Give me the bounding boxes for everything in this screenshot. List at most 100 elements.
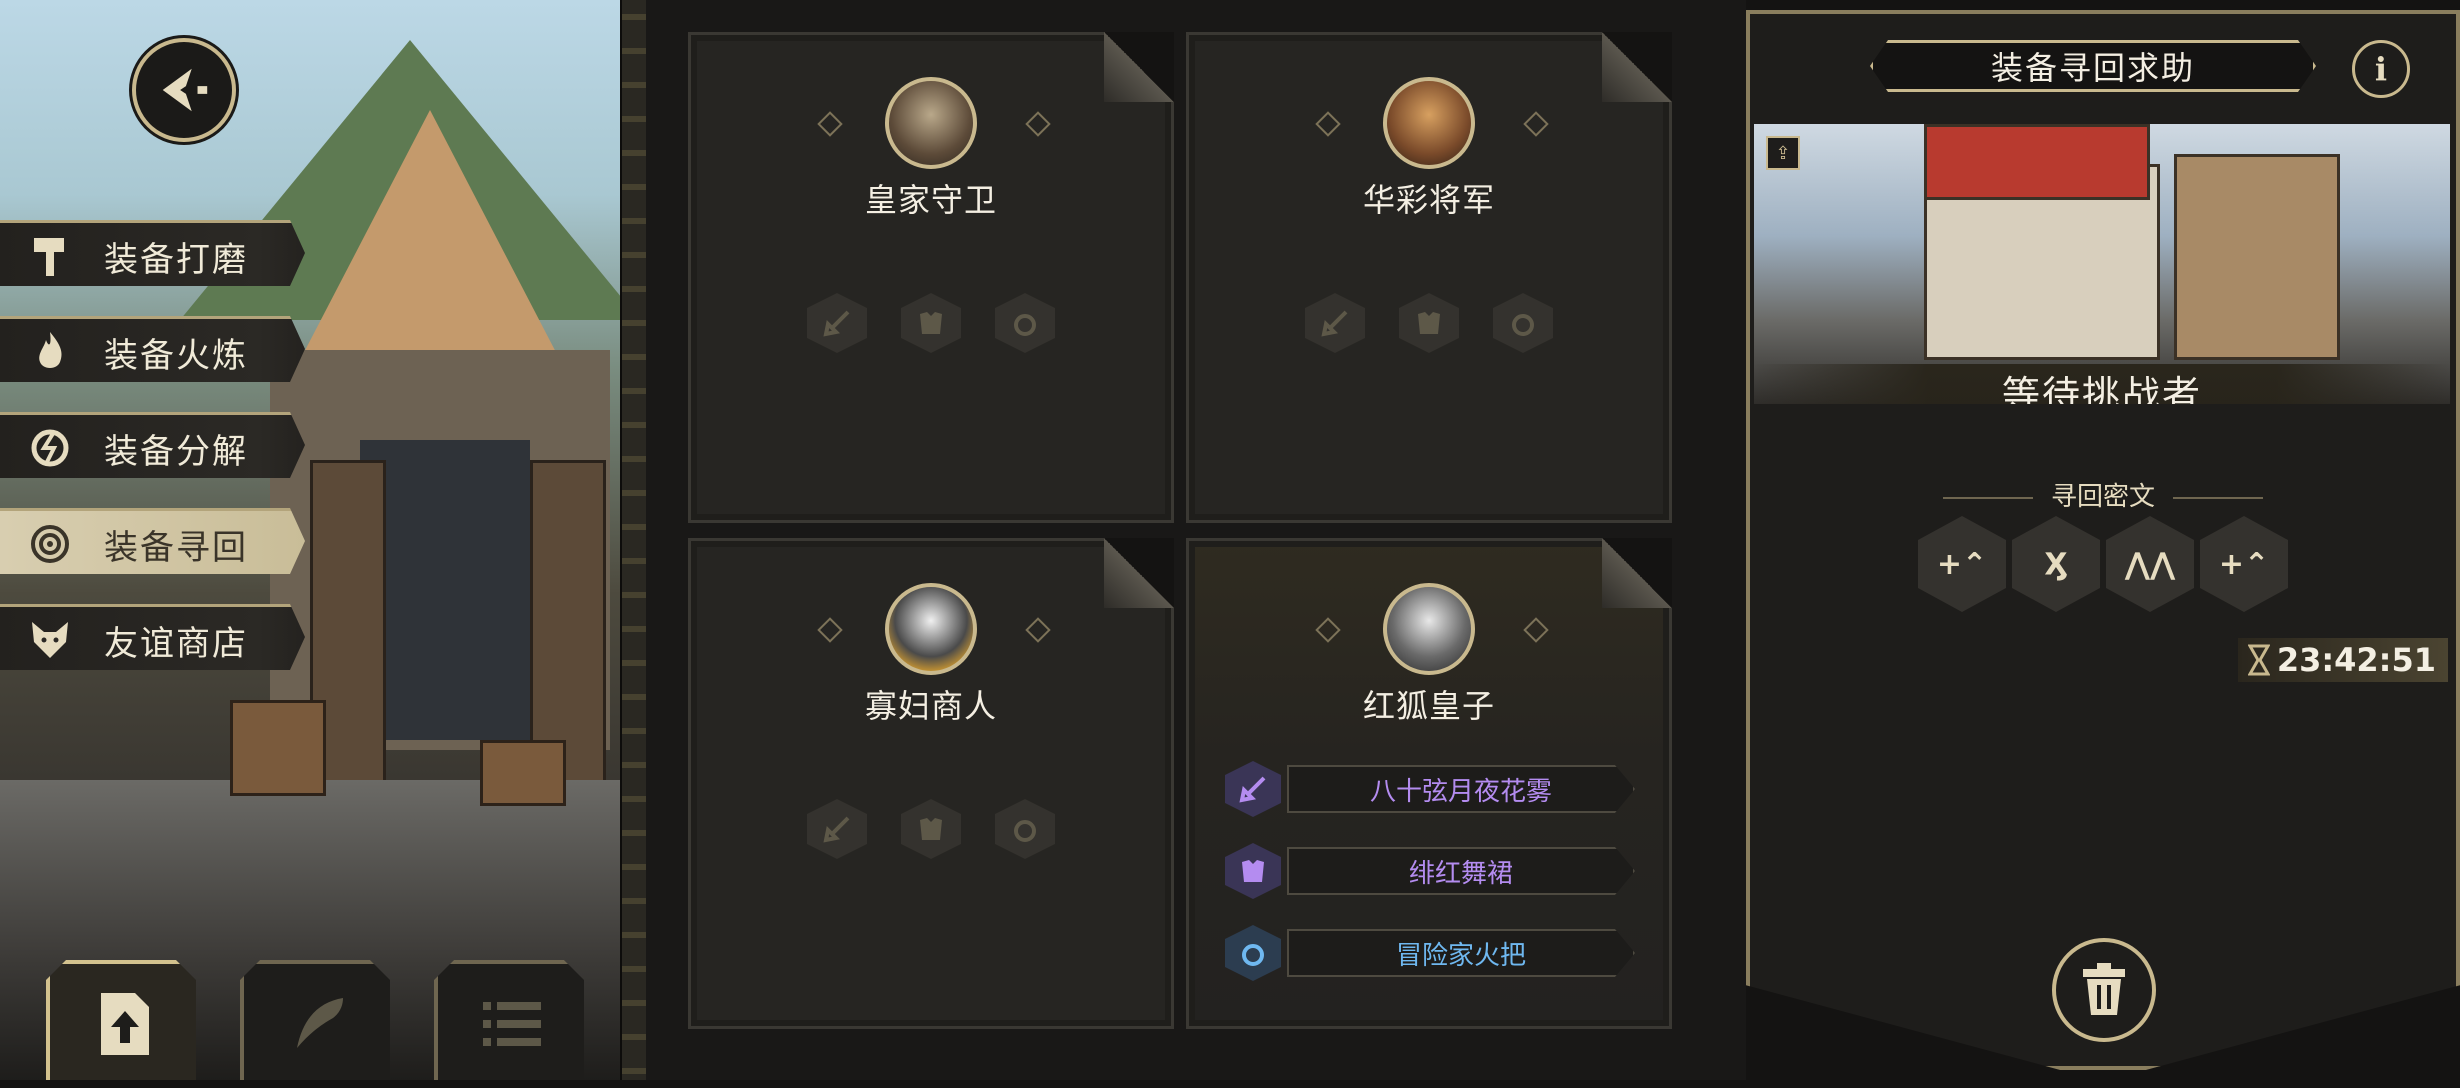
equipment-slots [1189, 293, 1669, 353]
equipment-slots [691, 293, 1171, 353]
tab-upload[interactable] [46, 960, 196, 1080]
flame-icon [20, 319, 80, 382]
boss-card[interactable]: 寡妇商人 [688, 538, 1174, 1029]
boss-name: 寡妇商人 [864, 687, 997, 725]
accessory-slot[interactable] [1493, 293, 1553, 353]
boss-name: 皇家守卫 [864, 181, 997, 219]
boss-card[interactable]: 华彩将军 [1186, 32, 1672, 523]
boss-card-grid: 皇家守卫 华彩将军 寡妇商人 红狐皇子 八十弦月夜花雾 绯红舞裙 冒险家火把 [646, 0, 1746, 1080]
scaffold-building [2174, 154, 2340, 360]
list-icon [483, 1002, 541, 1046]
info-button[interactable]: i [2352, 40, 2410, 98]
diamond-ornament [1315, 617, 1341, 643]
upload-file-icon [101, 993, 149, 1055]
menu-label: 装备寻回 [104, 527, 248, 568]
back-button[interactable] [132, 38, 236, 142]
pin-icon[interactable]: ⇪ [1766, 136, 1800, 170]
loot-row[interactable]: 八十弦月夜花雾 [1225, 761, 1635, 817]
armor-icon [1418, 312, 1440, 334]
cipher-glyph: ⋀⋀ [2106, 516, 2194, 612]
boss-portrait [1383, 77, 1475, 169]
crate [480, 740, 566, 806]
accessory-slot[interactable] [995, 799, 1055, 859]
fox-icon [20, 607, 80, 670]
status-text: 等待挑战者 [1754, 364, 2450, 404]
diamond-ornament [1025, 617, 1051, 643]
equipment-slots [691, 799, 1171, 859]
corner-fold [1602, 538, 1672, 608]
armor-slot[interactable] [901, 293, 961, 353]
sword-icon [823, 310, 850, 337]
cipher-label: 寻回密文 [1750, 476, 2456, 513]
ring-icon [1014, 314, 1036, 336]
broken-gear-icon [20, 415, 80, 478]
target-icon [20, 511, 80, 574]
shop-banner-image: ⇪ 等待挑战者 [1754, 124, 2450, 404]
corner-fold [1104, 538, 1174, 608]
diamond-ornament [1315, 111, 1341, 137]
cipher-row: +⌃ Ӽ ⋀⋀ +⌃ [1750, 516, 2456, 612]
ring-icon [1014, 820, 1036, 842]
boss-portrait [1383, 583, 1475, 675]
menu-label: 友谊商店 [104, 623, 248, 664]
boss-card[interactable]: 红狐皇子 八十弦月夜花雾 绯红舞裙 冒险家火把 [1186, 538, 1672, 1029]
ring-icon [1225, 925, 1281, 981]
tab-quill[interactable] [240, 960, 390, 1080]
boss-card[interactable]: 皇家守卫 [688, 32, 1174, 523]
diamond-ornament [817, 111, 843, 137]
panel-title: 装备寻回求助 [1870, 40, 2316, 92]
ring-icon [1512, 314, 1534, 336]
menu-item-dismantle[interactable]: 装备分解 [0, 412, 305, 478]
crate [230, 700, 326, 796]
armor-slot[interactable] [901, 799, 961, 859]
back-arrow-icon [162, 68, 208, 112]
loot-name[interactable]: 绯红舞裙 [1287, 847, 1635, 895]
boss-name: 华彩将军 [1362, 181, 1495, 219]
feather-icon [297, 998, 343, 1048]
diamond-ornament [1025, 111, 1051, 137]
boss-name: 红狐皇子 [1362, 687, 1495, 725]
menu-label: 装备打磨 [104, 239, 248, 280]
corner-fold [1602, 32, 1672, 102]
menu-item-retrieve[interactable]: 装备寻回 [0, 508, 305, 574]
menu-item-friend-shop[interactable]: 友谊商店 [0, 604, 305, 670]
diamond-ornament [1523, 617, 1549, 643]
hourglass-icon [2248, 644, 2270, 676]
menu-item-polish[interactable]: 装备打磨 [0, 220, 305, 286]
boss-portrait [885, 77, 977, 169]
weapon-slot[interactable] [807, 799, 867, 859]
armor-icon [920, 312, 942, 334]
gable [300, 110, 560, 360]
countdown-timer: 23:42:51 [2238, 638, 2448, 682]
menu-item-forge[interactable]: 装备火炼 [0, 316, 305, 382]
boss-portrait [885, 583, 977, 675]
menu-label: 装备分解 [104, 431, 248, 472]
corner-fold [1104, 32, 1174, 102]
sword-icon [1321, 310, 1348, 337]
tab-list[interactable] [434, 960, 584, 1080]
delete-button[interactable] [2052, 938, 2156, 1042]
cipher-glyph: +⌃ [2200, 516, 2288, 612]
timer-value: 23:42:51 [2276, 641, 2436, 679]
armor-slot[interactable] [1399, 293, 1459, 353]
armor-icon [1225, 843, 1281, 899]
sword-icon [823, 816, 850, 843]
retrieve-help-panel: 装备寻回求助 i ⇪ 等待挑战者 寻回密文 +⌃ Ӽ ⋀⋀ +⌃ 23:42:5… [1746, 10, 2460, 1070]
loot-name[interactable]: 冒险家火把 [1287, 929, 1635, 977]
loot-row[interactable]: 绯红舞裙 [1225, 843, 1635, 899]
sword-icon [1225, 761, 1281, 817]
diamond-ornament [1523, 111, 1549, 137]
hammer-icon [20, 223, 80, 286]
armor-icon [920, 818, 942, 840]
loot-row[interactable]: 冒险家火把 [1225, 925, 1635, 981]
trash-icon [2083, 963, 2125, 1015]
weapon-slot[interactable] [1305, 293, 1365, 353]
shop-awning [1924, 124, 2150, 200]
diamond-ornament [817, 617, 843, 643]
cipher-glyph: +⌃ [1918, 516, 2006, 612]
accessory-slot[interactable] [995, 293, 1055, 353]
weapon-slot[interactable] [807, 293, 867, 353]
cipher-glyph: Ӽ [2012, 516, 2100, 612]
menu-label: 装备火炼 [104, 335, 248, 376]
loot-name[interactable]: 八十弦月夜花雾 [1287, 765, 1635, 813]
